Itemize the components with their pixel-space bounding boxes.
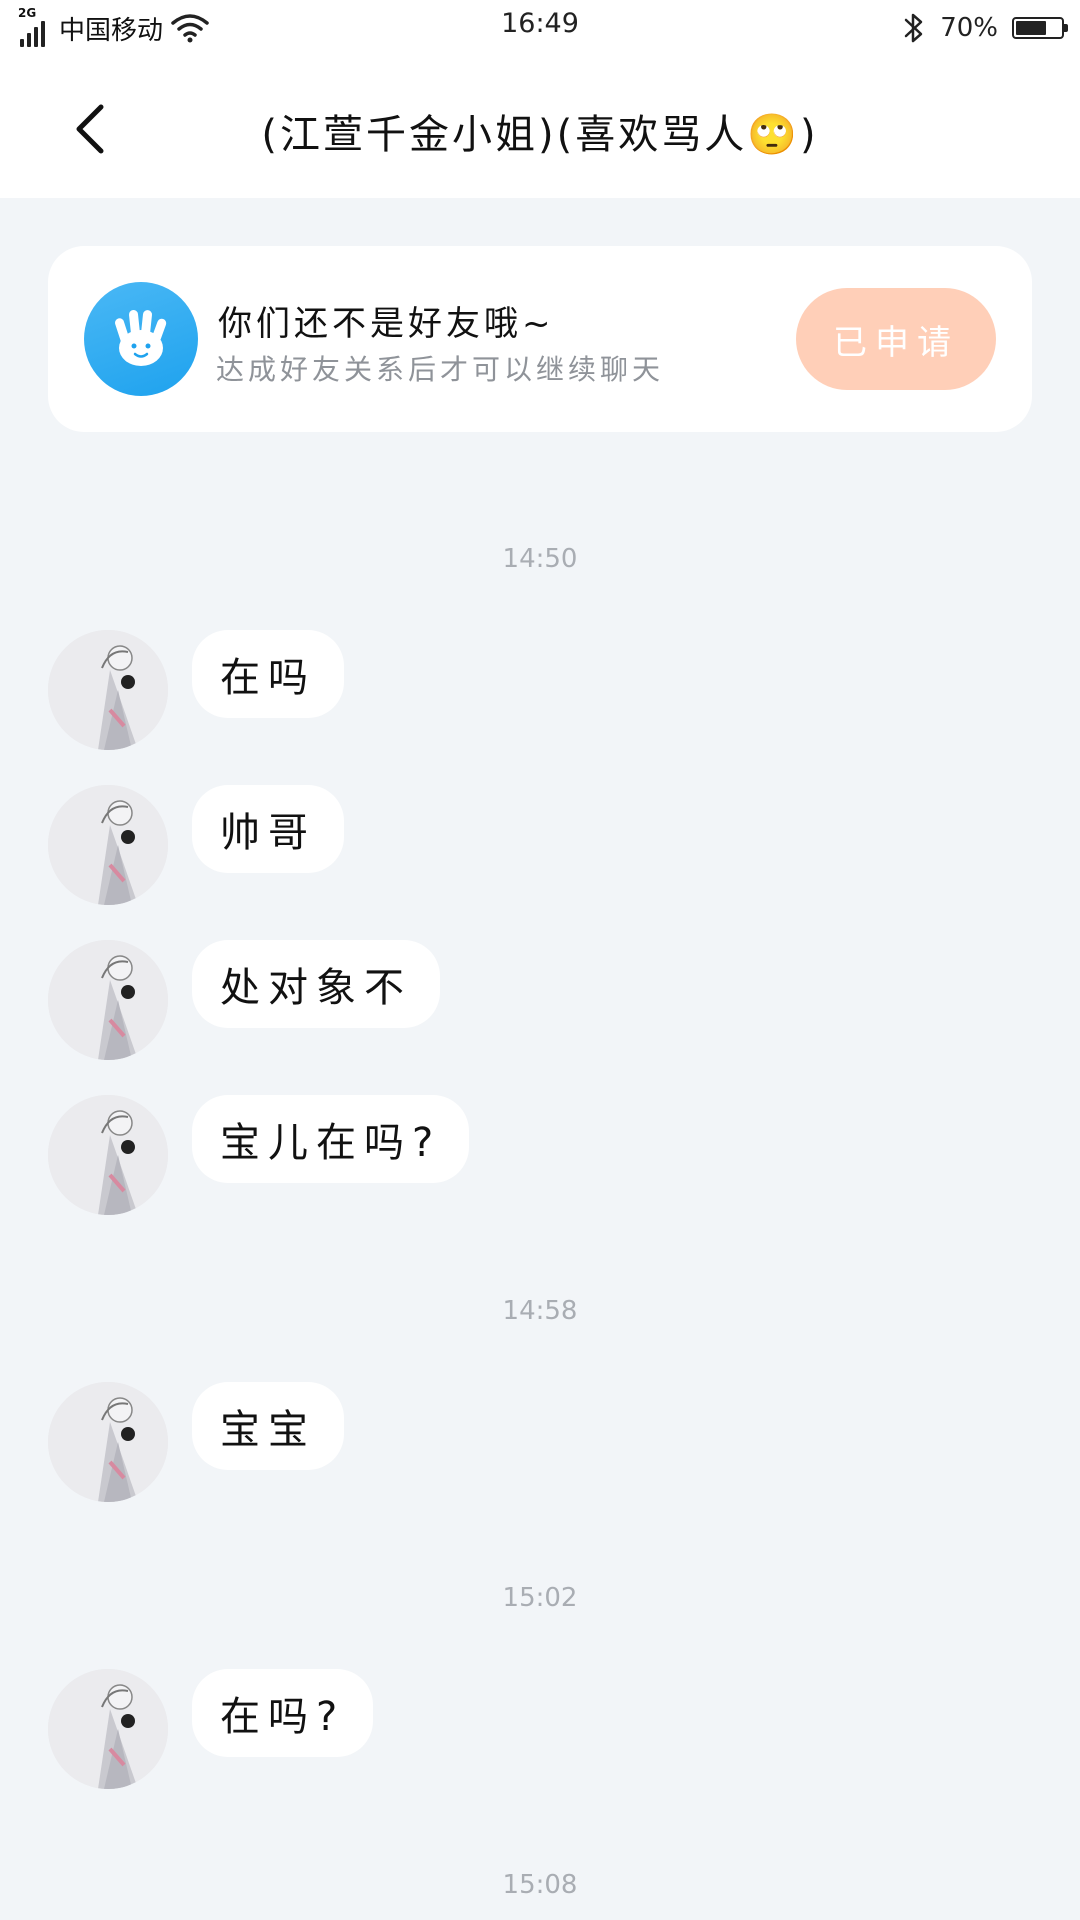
message-row: 宝儿在吗? bbox=[48, 1095, 1048, 1215]
bluetooth-icon bbox=[904, 13, 923, 43]
message-bubble[interactable]: 帅哥 bbox=[192, 785, 344, 873]
timestamp: 14:58 bbox=[502, 1296, 578, 1326]
message-row: 在吗? bbox=[48, 1669, 1048, 1789]
applied-button[interactable]: 已申请 bbox=[796, 288, 996, 390]
avatar[interactable] bbox=[48, 785, 168, 905]
message-row: 宝宝 bbox=[48, 1382, 1048, 1502]
message-bubble[interactable]: 处对象不 bbox=[192, 940, 440, 1028]
avatar[interactable] bbox=[48, 940, 168, 1060]
message-bubble[interactable]: 在吗? bbox=[192, 1669, 374, 1757]
avatar[interactable] bbox=[48, 1382, 168, 1502]
chat-header: (江萱千金小姐)(喜欢骂人🙄) bbox=[0, 54, 1080, 198]
message-bubble[interactable]: 在吗 bbox=[192, 630, 344, 718]
status-right: 70% bbox=[902, 8, 1068, 48]
chat-title: (江萱千金小姐)(喜欢骂人🙄) bbox=[261, 112, 819, 158]
timestamp: 15:02 bbox=[502, 1583, 578, 1613]
battery-percent: 70% bbox=[940, 13, 998, 43]
status-bar: 2G 中国移动 16:49 70% bbox=[0, 0, 1080, 54]
message-row: 在吗 bbox=[48, 630, 1048, 750]
timestamp: 15:08 bbox=[502, 1870, 578, 1900]
timestamp: 14:50 bbox=[502, 544, 578, 574]
hand-wave-icon bbox=[84, 282, 198, 396]
notice-title: 你们还不是好友哦~ bbox=[218, 304, 555, 344]
avatar[interactable] bbox=[48, 1095, 168, 1215]
battery-icon bbox=[1012, 17, 1068, 39]
message-bubble[interactable]: 宝宝 bbox=[192, 1382, 344, 1470]
message-row: 帅哥 bbox=[48, 785, 1048, 905]
avatar[interactable] bbox=[48, 630, 168, 750]
notice-subtitle: 达成好友关系后才可以继续聊天 bbox=[216, 353, 665, 386]
battery-fill bbox=[1016, 21, 1046, 35]
avatar[interactable] bbox=[48, 1669, 168, 1789]
friend-notice-card: 你们还不是好友哦~ 达成好友关系后才可以继续聊天 已申请 bbox=[48, 246, 1032, 432]
message-bubble[interactable]: 宝儿在吗? bbox=[192, 1095, 470, 1183]
message-row: 处对象不 bbox=[48, 940, 1048, 1060]
